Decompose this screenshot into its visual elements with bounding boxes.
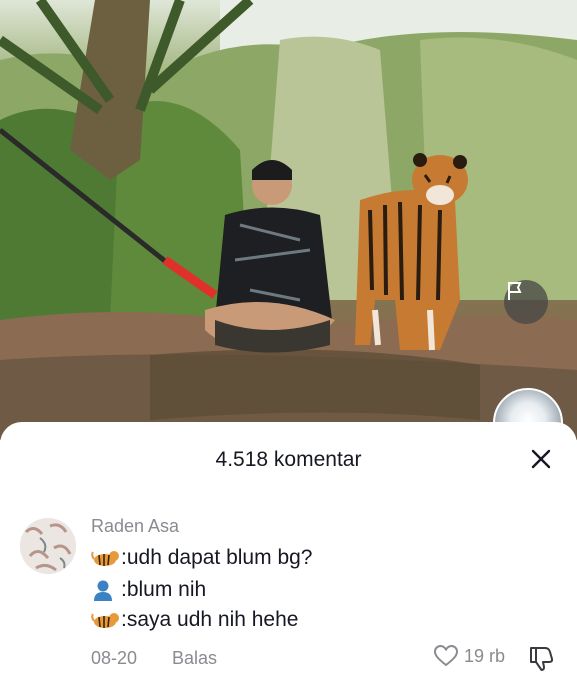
comment-line: :blum nih: [91, 578, 206, 602]
comment-line-text: :blum nih: [121, 578, 207, 601]
comment-username[interactable]: Raden Asa: [91, 516, 179, 537]
flag-icon: [508, 282, 522, 300]
like-button[interactable]: 19 rb: [433, 644, 505, 668]
reply-button[interactable]: Balas: [172, 648, 217, 669]
comment-line-text: :saya udh nih hehe: [121, 608, 299, 631]
dislike-button[interactable]: [526, 643, 556, 673]
comments-count-title: 4.518 komentar: [215, 448, 362, 471]
comments-sheet: 4.518 komentar Raden Asa :udh dapat blum…: [0, 422, 577, 680]
thumbs-down-icon: [530, 647, 554, 671]
report-button[interactable]: [504, 280, 548, 324]
heart-icon: [433, 644, 459, 667]
tiger-emoji-icon: [91, 613, 119, 628]
like-count: 19 rb: [464, 645, 506, 666]
comment-line: :saya udh nih hehe: [91, 608, 298, 632]
tiger-emoji-icon: [91, 551, 119, 566]
comment-date: 08-20: [91, 648, 138, 668]
commenter-avatar[interactable]: [20, 518, 76, 574]
video-scene-image: [0, 0, 577, 440]
video-frame[interactable]: [0, 0, 577, 440]
person-emoji-icon: [94, 580, 112, 601]
avatar-image: [20, 518, 76, 574]
close-button[interactable]: [526, 444, 556, 474]
comment-line: :udh dapat blum bg?: [91, 546, 312, 570]
close-icon: [531, 449, 551, 469]
comment-line-text: :udh dapat blum bg?: [121, 546, 313, 569]
